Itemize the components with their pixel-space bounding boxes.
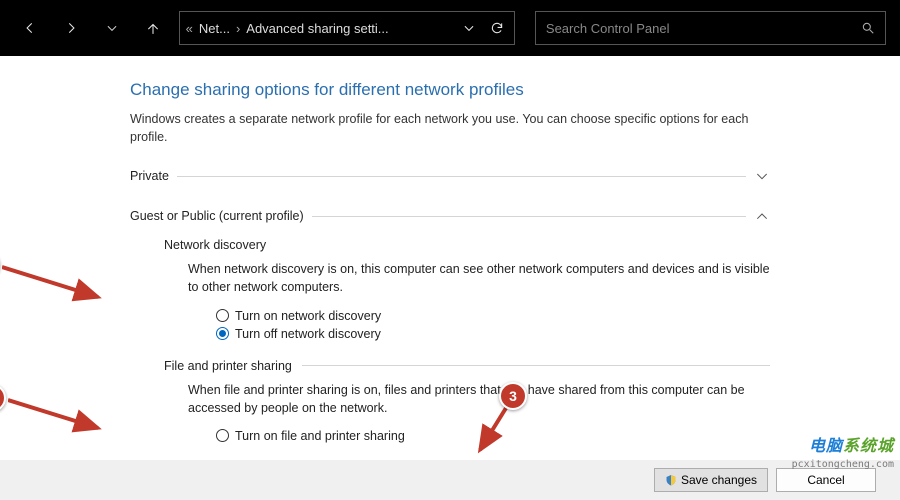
radio-turn-on-discovery[interactable]: Turn on network discovery	[216, 309, 770, 323]
accordion-private-label: Private	[130, 169, 169, 183]
radio-label: Turn on network discovery	[235, 309, 381, 323]
network-discovery-label: Network discovery	[164, 238, 770, 252]
back-button[interactable]	[14, 12, 45, 44]
up-button[interactable]	[137, 12, 168, 44]
top-navbar: « Net... › Advanced sharing setti...	[0, 0, 900, 56]
annotation-arrow-2	[8, 396, 108, 436]
save-changes-button[interactable]: Save changes	[654, 468, 768, 492]
footer-bar: Save changes Cancel	[0, 460, 900, 500]
divider	[312, 216, 746, 217]
search-input[interactable]	[546, 21, 861, 36]
annotation-bubble-3: 3	[499, 382, 527, 410]
radio-label: Turn on file and printer sharing	[235, 429, 405, 443]
refresh-button[interactable]	[486, 12, 508, 44]
search-box[interactable]	[535, 11, 886, 45]
accordion-private[interactable]: Private	[130, 164, 770, 188]
accordion-public[interactable]: Guest or Public (current profile) Networ…	[130, 204, 770, 443]
file-sharing-label: File and printer sharing	[164, 359, 770, 373]
search-icon[interactable]	[861, 21, 875, 35]
radio-icon[interactable]	[216, 327, 229, 340]
watermark-logo: 电脑系统城	[809, 432, 894, 456]
radio-icon[interactable]	[216, 429, 229, 442]
network-discovery-desc: When network discovery is on, this compu…	[188, 260, 770, 296]
page-description: Windows creates a separate network profi…	[130, 110, 770, 146]
recent-dropdown[interactable]	[96, 12, 127, 44]
file-sharing-desc: When file and printer sharing is on, fil…	[188, 381, 770, 417]
forward-button[interactable]	[55, 12, 86, 44]
breadcrumb-dropdown[interactable]	[458, 12, 480, 44]
breadcrumb-bar[interactable]: « Net... › Advanced sharing setti...	[179, 11, 515, 45]
radio-icon[interactable]	[216, 309, 229, 322]
chevron-down-icon[interactable]	[754, 168, 770, 184]
shield-icon	[665, 474, 677, 486]
page-title: Change sharing options for different net…	[130, 80, 770, 100]
accordion-public-label: Guest or Public (current profile)	[130, 209, 304, 223]
breadcrumb-history-icon[interactable]: «	[186, 21, 193, 36]
divider	[177, 176, 746, 177]
watermark-url: pcxitongcheng.com	[792, 459, 894, 470]
radio-label: Turn off network discovery	[235, 327, 381, 341]
breadcrumb-current[interactable]: Advanced sharing setti...	[246, 21, 388, 36]
divider	[302, 365, 770, 366]
breadcrumb-separator-icon: ›	[236, 21, 240, 36]
breadcrumb-prev[interactable]: Net...	[199, 21, 230, 36]
annotation-arrow-1	[2, 263, 107, 305]
radio-turn-off-discovery[interactable]: Turn off network discovery	[216, 327, 770, 341]
content-area: Change sharing options for different net…	[0, 56, 900, 460]
annotation-bubble-2: 2	[0, 384, 6, 412]
cancel-button[interactable]: Cancel	[776, 468, 876, 492]
chevron-up-icon[interactable]	[754, 208, 770, 224]
radio-turn-on-file-sharing[interactable]: Turn on file and printer sharing	[216, 429, 770, 443]
